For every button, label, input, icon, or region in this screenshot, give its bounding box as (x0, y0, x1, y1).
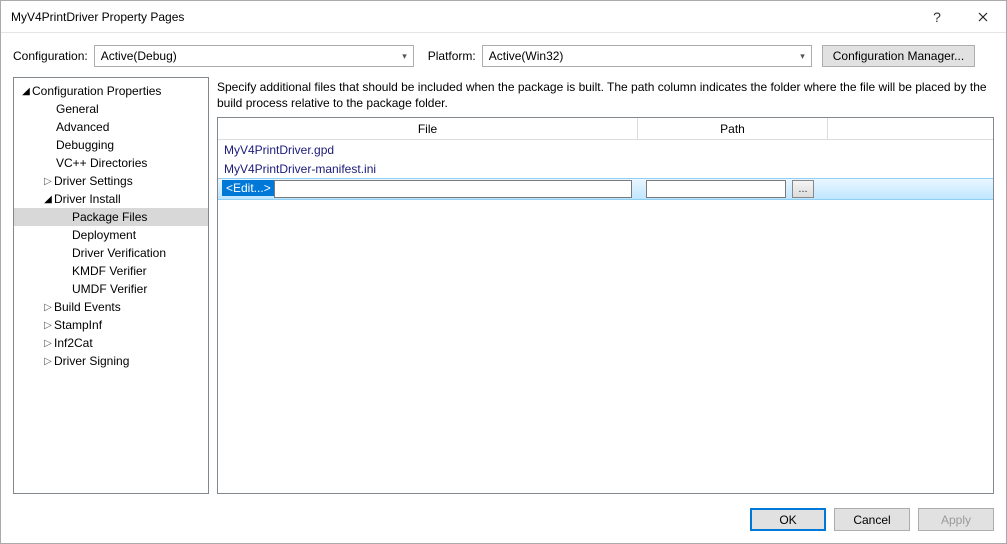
tree-item-driver-settings[interactable]: ▷ Driver Settings (14, 172, 208, 190)
path-edit-cell: ... (646, 180, 832, 198)
close-icon (978, 12, 988, 22)
browse-button[interactable]: ... (792, 180, 814, 198)
tree-item-package-files[interactable]: Package Files (14, 208, 208, 226)
column-header-file[interactable]: File (218, 118, 638, 139)
expander-closed-icon[interactable]: ▷ (42, 356, 54, 367)
platform-value: Active(Win32) (489, 49, 564, 63)
expander-closed-icon[interactable]: ▷ (42, 320, 54, 331)
tree-item-umdf-verifier[interactable]: UMDF Verifier (14, 280, 208, 298)
tree-item-general[interactable]: General (14, 100, 208, 118)
tree-item-driver-verification[interactable]: Driver Verification (14, 244, 208, 262)
column-header-blank (828, 118, 993, 139)
cell-file: MyV4PrintDriver-manifest.ini (224, 162, 640, 176)
chevron-down-icon: ▾ (800, 51, 805, 62)
tree-item-deployment[interactable]: Deployment (14, 226, 208, 244)
tree-item-kmdf-verifier[interactable]: KMDF Verifier (14, 262, 208, 280)
tree-root-config-properties[interactable]: ◢ Configuration Properties (14, 82, 208, 100)
tree-item-stampinf[interactable]: ▷ StampInf (14, 316, 208, 334)
package-files-grid: File Path MyV4PrintDriver.gpd MyV4PrintD… (217, 117, 994, 494)
titlebar: MyV4PrintDriver Property Pages ? (1, 1, 1006, 33)
config-row: Configuration: Active(Debug) ▾ Platform:… (1, 33, 1006, 73)
configuration-label: Configuration: (13, 49, 88, 63)
configuration-value: Active(Debug) (101, 49, 177, 63)
ok-button[interactable]: OK (750, 508, 826, 531)
grid-header: File Path (218, 118, 993, 140)
property-pages-dialog: MyV4PrintDriver Property Pages ? Configu… (0, 0, 1007, 544)
cancel-button[interactable]: Cancel (834, 508, 910, 531)
dialog-footer: OK Cancel Apply (1, 500, 1006, 543)
grid-body: MyV4PrintDriver.gpd MyV4PrintDriver-mani… (218, 140, 993, 493)
expander-closed-icon[interactable]: ▷ (42, 176, 54, 187)
right-panel: Specify additional files that should be … (217, 77, 994, 494)
platform-combobox[interactable]: Active(Win32) ▾ (482, 45, 812, 67)
tree-item-build-events[interactable]: ▷ Build Events (14, 298, 208, 316)
path-edit-input[interactable] (646, 180, 786, 198)
tree-item-debugging[interactable]: Debugging (14, 136, 208, 154)
chevron-down-icon: ▾ (402, 51, 407, 62)
panel-description: Specify additional files that should be … (217, 77, 994, 117)
close-button[interactable] (960, 1, 1006, 32)
expander-open-icon[interactable]: ◢ (20, 86, 32, 97)
tree-item-vcpp-directories[interactable]: VC++ Directories (14, 154, 208, 172)
configuration-combobox[interactable]: Active(Debug) ▾ (94, 45, 414, 67)
expander-closed-icon[interactable]: ▷ (42, 302, 54, 313)
expander-open-icon[interactable]: ◢ (42, 194, 54, 205)
dialog-body: ◢ Configuration Properties General Advan… (1, 73, 1006, 500)
edit-placeholder-tag[interactable]: <Edit...> (222, 180, 275, 196)
file-edit-cell: <Edit...> (222, 180, 638, 198)
table-row-editing[interactable]: <Edit...> ... (218, 178, 993, 200)
column-header-path[interactable]: Path (638, 118, 828, 139)
tree-item-inf2cat[interactable]: ▷ Inf2Cat (14, 334, 208, 352)
tree-item-advanced[interactable]: Advanced (14, 118, 208, 136)
tree-item-driver-signing[interactable]: ▷ Driver Signing (14, 352, 208, 370)
file-edit-input[interactable] (274, 180, 632, 198)
apply-button[interactable]: Apply (918, 508, 994, 531)
platform-label: Platform: (428, 49, 476, 63)
tree-item-driver-install[interactable]: ◢ Driver Install (14, 190, 208, 208)
table-row[interactable]: MyV4PrintDriver-manifest.ini (218, 159, 993, 178)
category-tree[interactable]: ◢ Configuration Properties General Advan… (13, 77, 209, 494)
window-title: MyV4PrintDriver Property Pages (11, 10, 914, 24)
help-button[interactable]: ? (914, 1, 960, 32)
cell-file: MyV4PrintDriver.gpd (224, 143, 640, 157)
table-row[interactable]: MyV4PrintDriver.gpd (218, 140, 993, 159)
expander-closed-icon[interactable]: ▷ (42, 338, 54, 349)
configuration-manager-button[interactable]: Configuration Manager... (822, 45, 975, 67)
